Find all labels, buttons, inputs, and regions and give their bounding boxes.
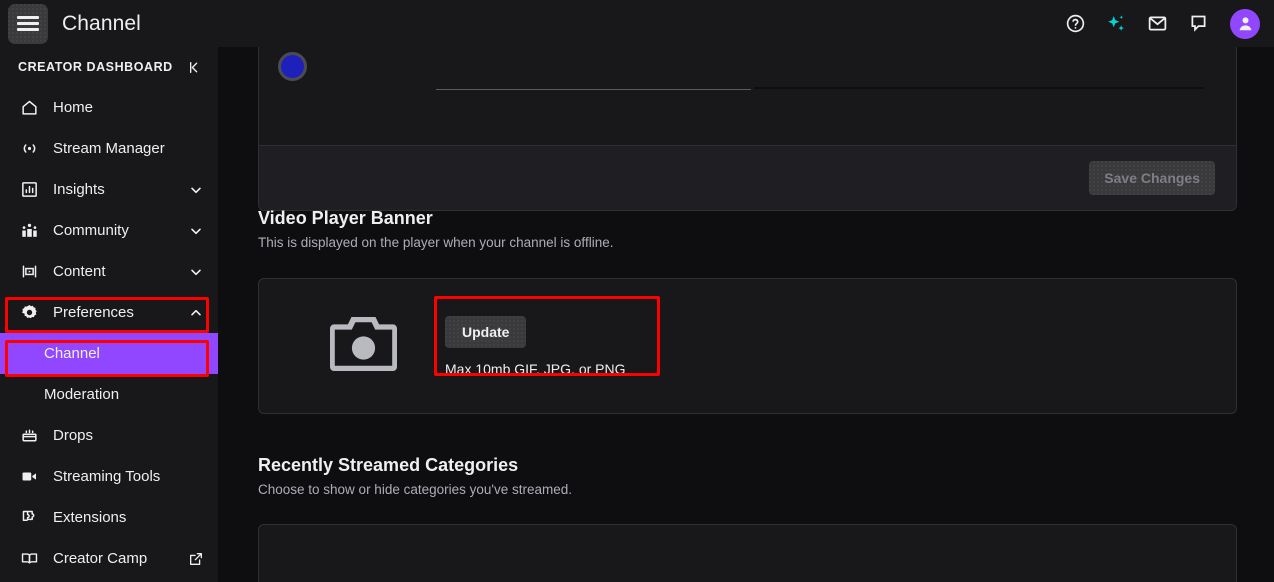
sidebar-item-label: Drops [53,427,94,444]
content-frame-icon [18,261,40,283]
card-footer: Save Changes [259,146,1236,210]
sidebar-item-label: Extensions [53,509,127,526]
puzzle-icon [18,507,40,529]
save-changes-button[interactable]: Save Changes [1089,161,1215,195]
section-subtitle: Choose to show or hide categories you've… [258,482,573,497]
section-title: Video Player Banner [258,208,433,228]
sidebar-item-label: Preferences [53,304,134,321]
video-camera-icon [18,466,40,488]
sidebar-item-drops[interactable]: Drops [0,415,218,456]
channel-avatar-preview[interactable] [278,52,307,81]
broadcast-icon [18,138,40,160]
recently-streamed-categories-card: Start streaming to show off your categor… [258,524,1237,582]
sidebar-item-community[interactable]: Community [0,210,218,251]
sidebar-item-extensions[interactable]: Extensions [0,497,218,538]
sidebar-item-label: Streaming Tools [53,468,161,485]
section-subtitle: This is displayed on the player when you… [258,235,614,250]
camera-icon [327,313,400,380]
sidebar-item-label: Creator Camp [53,550,148,567]
hamburger-icon [17,13,39,34]
bar-chart-icon [18,179,40,201]
sidebar-item-stream-manager[interactable]: Stream Manager [0,128,218,169]
chevron-down-icon[interactable] [188,182,204,198]
sidebar-item-moderation[interactable]: Moderation [0,374,218,415]
sidebar-title: CREATOR DASHBOARD [18,60,173,74]
sidebar-header: CREATOR DASHBOARD [0,47,218,87]
sidebar-item-home[interactable]: Home [0,87,218,128]
chevron-up-icon[interactable] [188,305,204,321]
section-title: Recently Streamed Categories [258,455,519,475]
banner-update-block: Update Max 10mb GIF, JPG, or PNG [445,315,626,377]
input-underline [436,89,751,90]
sidebar-item-insights[interactable]: Insights [0,169,218,210]
sidebar-item-label: Community [53,222,129,239]
avatar[interactable] [1230,8,1260,39]
collapse-left-icon[interactable] [185,59,204,76]
sidebar-item-label: Insights [53,181,105,198]
sidebar-subitem-label: Moderation [44,386,120,403]
whispers-icon[interactable] [1187,13,1209,35]
sidebar-item-streaming-tools[interactable]: Streaming Tools [0,456,218,497]
sidebar-item-label: Stream Manager [53,140,165,157]
home-icon [18,97,40,119]
top-nav-actions [1064,8,1274,39]
sidebar-item-label: Content [53,263,106,280]
inbox-icon[interactable] [1146,13,1168,35]
external-link-icon[interactable] [188,551,204,567]
creator-dashboard-sidebar: CREATOR DASHBOARD Home Stream Manager In… [0,47,218,582]
recently-streamed-heading: Recently Streamed Categories Choose to s… [258,455,572,497]
main-content: Save Changes Video Player Banner This is… [218,47,1274,582]
hamburger-menu-button[interactable] [8,3,48,44]
video-player-banner-card: Update Max 10mb GIF, JPG, or PNG [258,278,1237,414]
card-top-mask [754,87,1204,89]
video-player-banner-heading: Video Player Banner This is displayed on… [258,208,613,250]
sidebar-item-preferences[interactable]: Preferences [0,292,218,333]
update-button[interactable]: Update [445,315,527,348]
book-icon [18,548,40,570]
top-navigation-bar: Channel [0,0,1274,47]
banner-format-note: Max 10mb GIF, JPG, or PNG [445,360,626,377]
chevron-down-icon[interactable] [188,223,204,239]
sidebar-item-label: Home [53,99,94,116]
drops-icon [18,425,40,447]
page-title: Channel [62,11,141,35]
gear-icon [18,302,40,324]
community-icon [18,220,40,242]
sidebar-item-creator-camp[interactable]: Creator Camp [0,538,218,579]
help-icon[interactable] [1064,13,1086,35]
chevron-down-icon[interactable] [188,264,204,280]
sidebar-item-content[interactable]: Content [0,251,218,292]
sidebar-subitem-label: Channel [44,345,100,362]
profile-settings-card: Save Changes [258,47,1237,211]
sparkle-icon[interactable] [1105,13,1127,35]
sidebar-item-channel[interactable]: Channel [0,333,218,374]
